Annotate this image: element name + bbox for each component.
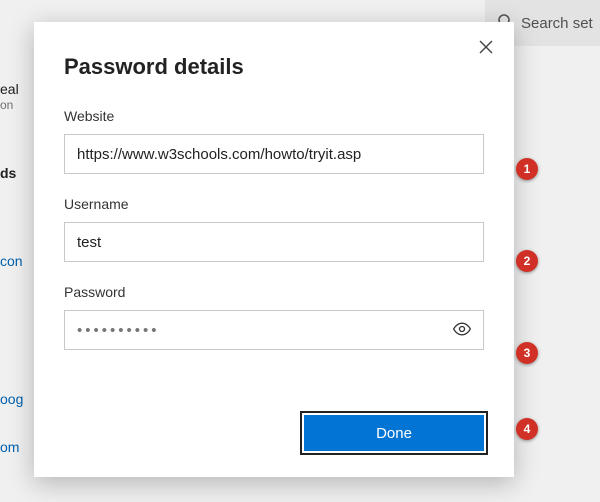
website-input[interactable] [64,134,484,174]
dialog-footer: Done [304,415,484,451]
annotation-marker-1: 1 [516,158,538,180]
username-field: Username [64,196,484,262]
username-label: Username [64,196,484,212]
eye-icon [452,319,472,342]
username-input[interactable] [64,222,484,262]
password-details-dialog: Password details Website Username Passwo… [34,22,514,477]
close-icon [479,42,493,57]
annotation-marker-3: 3 [516,342,538,364]
website-field: Website [64,108,484,174]
dialog-title: Password details [64,54,484,80]
close-button[interactable] [476,38,496,58]
password-label: Password [64,284,484,300]
annotation-marker-2: 2 [516,250,538,272]
reveal-password-button[interactable] [446,314,478,346]
password-field: Password [64,284,484,350]
annotation-marker-4: 4 [516,418,538,440]
website-label: Website [64,108,484,124]
password-input[interactable] [64,310,484,350]
done-button[interactable]: Done [304,415,484,451]
